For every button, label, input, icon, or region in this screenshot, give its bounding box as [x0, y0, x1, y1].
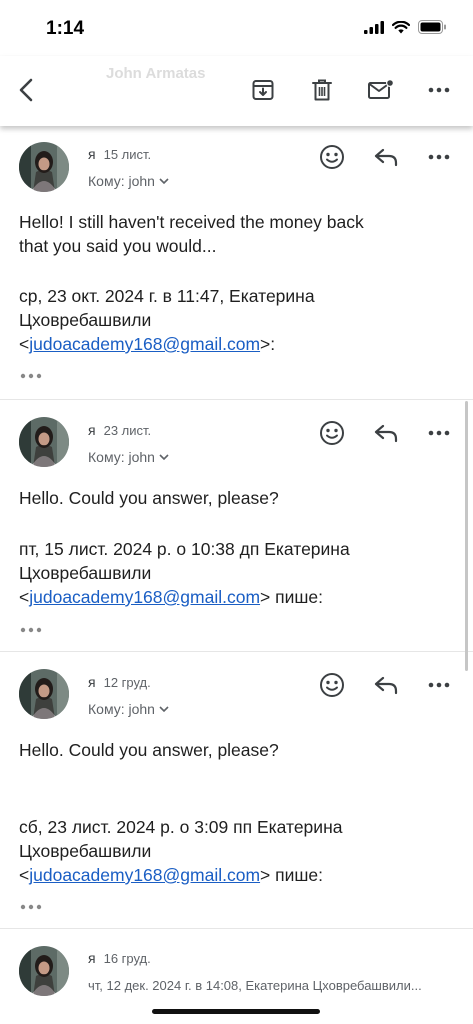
quote-line: ср, 23 окт. 2024 г. в 11:47, Екатерина [19, 286, 315, 306]
delete-icon [312, 79, 332, 101]
sender-line: я 23 лист. [88, 422, 151, 438]
message-date: 12 груд. [103, 675, 151, 690]
chevron-down-icon [159, 705, 169, 712]
smiley-icon [320, 673, 344, 697]
quote-line: Цховребашвили [19, 563, 152, 583]
message-body: Hello! I still haven't received the mone… [19, 210, 449, 258]
recipient-label: Кому: john [88, 449, 155, 465]
archive-icon [252, 80, 274, 100]
message-body: Hello. Could you answer, please? [19, 738, 449, 762]
reply-icon [374, 148, 398, 167]
reply-button[interactable] [370, 417, 402, 449]
status-icons [364, 20, 447, 34]
emoji-reaction-button[interactable] [316, 141, 348, 173]
status-time: 1:14 [46, 18, 85, 39]
more-icon [428, 682, 450, 688]
quoted-header: сб, 23 лист. 2024 р. о 3:09 пп Екатерина… [19, 815, 449, 887]
recipient-label: Кому: john [88, 701, 155, 717]
message-date: 15 лист. [103, 147, 152, 162]
sender-line: я 16 груд. [88, 950, 151, 966]
battery-icon [418, 20, 446, 34]
quoted-header: ср, 23 окт. 2024 г. в 11:47, Екатерина Ц… [19, 284, 449, 356]
more-icon [428, 154, 450, 160]
quote-line: Цховребашвили [19, 841, 152, 861]
smiley-icon [320, 145, 344, 169]
quote-line: сб, 23 лист. 2024 р. о 3:09 пп Екатерина [19, 817, 343, 837]
quote-line: пт, 15 лист. 2024 р. о 10:38 дп Екатерин… [19, 539, 350, 559]
toolbar: John Armatas [0, 56, 473, 126]
reply-icon [374, 676, 398, 695]
chevron-down-icon [159, 453, 169, 460]
message-snippet: чт, 12 дек. 2024 г. в 14:08, Екатерина Ц… [88, 978, 422, 993]
back-icon [19, 78, 33, 102]
sender-line: я 12 груд. [88, 674, 151, 690]
emoji-reaction-button[interactable] [316, 417, 348, 449]
sender-name: я [88, 422, 96, 438]
email-link[interactable]: judoacademy168@gmail.com [29, 865, 260, 885]
back-button[interactable] [9, 72, 45, 108]
quote-suffix: > пише: [260, 587, 324, 607]
mark-unread-button[interactable] [363, 72, 399, 108]
message-card[interactable]: я 23 лист. Кому: john Hello. Could you a… [0, 400, 473, 652]
smiley-icon [320, 421, 344, 445]
reply-button[interactable] [370, 141, 402, 173]
email-link[interactable]: judoacademy168@gmail.com [29, 587, 260, 607]
body-line: that you said you would... [19, 236, 217, 256]
sender-name: я [88, 950, 96, 966]
mark-unread-icon [368, 78, 395, 99]
quoted-header: пт, 15 лист. 2024 р. о 10:38 дп Екатерин… [19, 537, 449, 609]
quote-bracket: < [19, 334, 30, 354]
quote-bracket: < [19, 865, 30, 885]
email-link[interactable]: judoacademy168@gmail.com [29, 334, 260, 354]
chevron-down-icon [159, 177, 169, 184]
recipient-details-toggle[interactable]: Кому: john [88, 449, 169, 465]
archive-button[interactable] [245, 72, 281, 108]
avatar [19, 669, 69, 719]
message-more-button[interactable] [423, 417, 455, 449]
message-thread: я 15 лист. Кому: john Hello! I still hav… [0, 126, 473, 1024]
show-trimmed-content-icon[interactable] [19, 902, 43, 912]
recipient-details-toggle[interactable]: Кому: john [88, 701, 169, 717]
quote-suffix: >: [260, 334, 276, 354]
avatar [19, 417, 69, 467]
avatar [19, 946, 69, 996]
reply-button[interactable] [370, 669, 402, 701]
home-indicator [152, 1009, 320, 1014]
body-line: Hello! I still haven't received the mone… [19, 212, 364, 232]
sender-name: я [88, 146, 96, 162]
avatar [19, 142, 69, 192]
more-icon [428, 430, 450, 436]
sender-name: я [88, 674, 96, 690]
scrollbar[interactable] [465, 401, 468, 671]
signal-icon [364, 20, 384, 34]
quote-suffix: > пише: [260, 865, 324, 885]
sender-line: я 15 лист. [88, 146, 151, 162]
quote-line: Цховребашвили [19, 310, 152, 330]
more-options-button[interactable] [421, 72, 457, 108]
message-more-button[interactable] [423, 669, 455, 701]
wifi-icon [392, 20, 410, 33]
body-line: Hello. Could you answer, please? [19, 740, 279, 760]
message-date: 16 груд. [103, 951, 151, 966]
message-more-button[interactable] [423, 141, 455, 173]
show-trimmed-content-icon[interactable] [19, 625, 43, 635]
show-trimmed-content-icon[interactable] [19, 371, 43, 381]
message-body: Hello. Could you answer, please? [19, 486, 449, 510]
recipient-details-toggle[interactable]: Кому: john [88, 173, 169, 189]
more-icon [428, 87, 450, 93]
message-card[interactable]: я 12 груд. Кому: john Hello. Could you a… [0, 652, 473, 929]
emoji-reaction-button[interactable] [316, 669, 348, 701]
body-line: Hello. Could you answer, please? [19, 488, 279, 508]
delete-button[interactable] [304, 72, 340, 108]
thread-title: John Armatas [106, 65, 206, 82]
recipient-label: Кому: john [88, 173, 155, 189]
reply-icon [374, 424, 398, 443]
quote-bracket: < [19, 587, 30, 607]
status-bar: 1:14 [0, 0, 473, 56]
message-date: 23 лист. [103, 423, 152, 438]
message-card[interactable]: я 15 лист. Кому: john Hello! I still hav… [0, 126, 473, 400]
